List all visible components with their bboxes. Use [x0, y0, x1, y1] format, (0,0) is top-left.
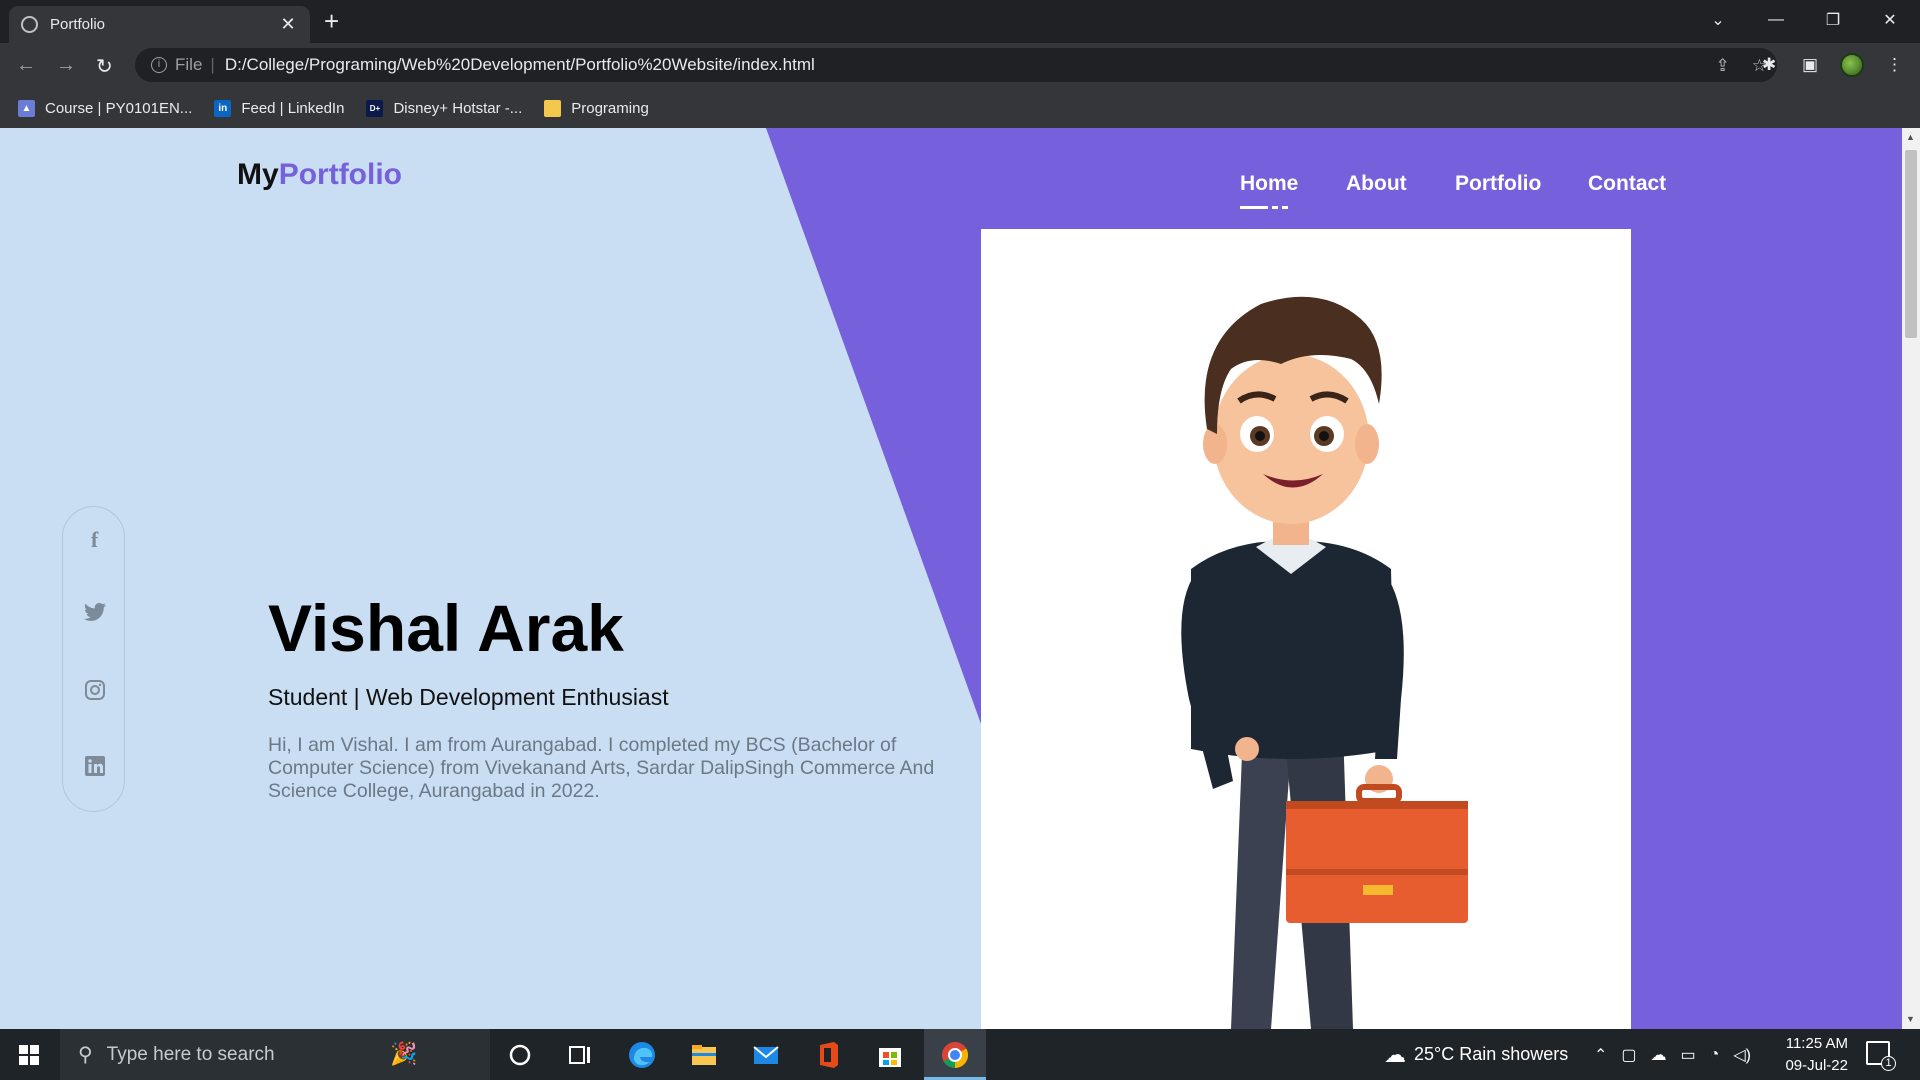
nav-portfolio[interactable]: Portfolio: [1455, 172, 1541, 196]
clock-time: 11:25 AM: [1785, 1035, 1848, 1052]
chevron-up-icon[interactable]: ⌃: [1594, 1045, 1607, 1065]
restore-icon[interactable]: ❐: [1805, 0, 1861, 40]
folder-icon: [544, 99, 562, 117]
edge-icon[interactable]: [626, 1039, 658, 1071]
volume-icon[interactable]: ◁): [1733, 1045, 1751, 1065]
scroll-down-icon[interactable]: ▼: [1906, 1014, 1915, 1024]
hero-subtitle: Student | Web Development Enthusiast: [268, 684, 669, 710]
browser-toolbar: ← → ↻ i File | D:/College/Programing/Web…: [0, 43, 1920, 88]
logo-accent: Portfolio: [278, 158, 402, 191]
url-scheme-label: File: [175, 55, 203, 74]
share-icon[interactable]: ⇪: [1716, 56, 1730, 76]
store-icon[interactable]: [874, 1039, 906, 1071]
notification-center-icon[interactable]: 1: [1866, 1041, 1896, 1071]
side-panel-icon[interactable]: ▣: [1802, 55, 1818, 75]
scrollbar-thumb[interactable]: [1905, 150, 1917, 338]
search-highlight-icon: 🎉: [390, 1041, 418, 1066]
facebook-icon[interactable]: f: [63, 527, 126, 553]
url-text[interactable]: D:/College/Programing/Web%20Development/…: [225, 55, 815, 75]
office-icon[interactable]: [812, 1039, 844, 1071]
menu-kebab-icon[interactable]: ⋮: [1886, 55, 1903, 75]
cortana-icon[interactable]: [504, 1039, 536, 1071]
profile-illustration: [981, 229, 1631, 1029]
linkedin-icon: in: [214, 99, 232, 117]
bookmark-label: Programing: [571, 99, 649, 117]
url-separator: |: [210, 55, 215, 74]
course-icon: ▲: [18, 99, 35, 117]
windows-logo-icon: [19, 1044, 39, 1065]
chrome-icon: [942, 1042, 969, 1069]
weather-text: 25°C Rain showers: [1414, 1044, 1569, 1064]
taskbar-search-box[interactable]: ⚲ Type here to search 🎉: [60, 1029, 490, 1080]
social-links: f: [62, 506, 125, 812]
minimize-icon[interactable]: —: [1748, 0, 1804, 40]
forward-icon[interactable]: →: [56, 54, 76, 77]
rain-cloud-icon: ☁: [1384, 1041, 1406, 1067]
notification-count-badge: 1: [1881, 1056, 1896, 1071]
bookmark-label: Course | PY0101EN...: [45, 99, 193, 117]
scroll-up-icon[interactable]: ▲: [1906, 132, 1915, 142]
linkedin-icon[interactable]: [63, 755, 126, 783]
search-icon: ⚲: [78, 1044, 93, 1066]
instagram-icon[interactable]: [63, 679, 126, 707]
onedrive-icon[interactable]: ☁: [1651, 1045, 1667, 1065]
wifi-icon[interactable]: ◔: [1710, 1046, 1720, 1064]
browser-tab-strip: Portfolio ✕ + ⌄ — ❐ ✕: [0, 0, 1920, 43]
site-logo[interactable]: MyPortfolio: [237, 158, 402, 192]
hero-description: Hi, I am Vishal. I am from Aurangabad. I…: [268, 734, 935, 802]
taskbar-clock[interactable]: 11:25 AM 09-Jul-22: [1772, 1033, 1848, 1077]
windows-start-button[interactable]: [0, 1029, 58, 1080]
mail-icon[interactable]: [750, 1039, 782, 1071]
battery-icon[interactable]: ▭: [1681, 1045, 1696, 1065]
bookmark-label: Feed | LinkedIn: [241, 99, 345, 117]
hero-name: Vishal Arak: [268, 591, 624, 665]
nav-home[interactable]: Home: [1240, 172, 1298, 196]
cartoon-character-image: [1181, 296, 1468, 1029]
logo-prefix: My: [237, 158, 279, 191]
nav-active-indicator: [1240, 206, 1288, 209]
bookmarks-bar: ▲ Course | PY0101EN... in Feed | LinkedI…: [0, 88, 1920, 128]
reload-icon[interactable]: ↻: [96, 54, 113, 79]
search-placeholder: Type here to search: [106, 1043, 275, 1065]
site-info-icon[interactable]: i: [151, 57, 167, 73]
page-scrollbar[interactable]: ▲ ▼: [1902, 128, 1920, 1029]
address-bar[interactable]: i File | D:/College/Programing/Web%20Dev…: [135, 48, 1777, 82]
back-icon[interactable]: ←: [16, 54, 36, 77]
hotstar-icon: D+: [366, 99, 384, 117]
close-tab-icon[interactable]: ✕: [278, 14, 298, 35]
extensions-icon[interactable]: ✱: [1762, 55, 1776, 75]
portfolio-page: MyPortfolio Home About Portfolio Contact…: [0, 128, 1902, 1029]
bookmark-label: Disney+ Hotstar -...: [393, 99, 523, 117]
bookmark-item[interactable]: D+ Disney+ Hotstar -...: [366, 99, 523, 117]
nav-contact[interactable]: Contact: [1588, 172, 1666, 196]
bookmark-item[interactable]: ▲ Course | PY0101EN...: [18, 99, 193, 117]
meet-now-icon[interactable]: ▢: [1621, 1045, 1636, 1065]
clock-date: 09-Jul-22: [1785, 1057, 1848, 1074]
weather-widget[interactable]: ☁ 25°C Rain showers: [1384, 1029, 1568, 1080]
window-close-icon[interactable]: ✕: [1862, 0, 1918, 40]
file-explorer-icon[interactable]: [688, 1039, 720, 1071]
profile-avatar[interactable]: [1840, 53, 1864, 77]
tab-title: Portfolio: [50, 16, 106, 33]
new-tab-button[interactable]: +: [324, 6, 339, 37]
twitter-icon[interactable]: [63, 603, 126, 629]
browser-tab[interactable]: Portfolio ✕: [9, 6, 310, 43]
tab-search-icon[interactable]: ⌄: [1690, 0, 1746, 40]
chrome-taskbar-active[interactable]: [924, 1029, 986, 1080]
globe-icon: [21, 16, 38, 33]
task-view-icon[interactable]: [564, 1039, 596, 1071]
nav-about[interactable]: About: [1346, 172, 1407, 196]
bookmark-folder[interactable]: Programing: [544, 99, 649, 117]
windows-taskbar: ⚲ Type here to search 🎉 ☁ 25°C Rain show…: [0, 1029, 1920, 1080]
bookmark-item[interactable]: in Feed | LinkedIn: [214, 99, 345, 117]
system-tray: ⌃ ▢ ☁ ▭ ◔ ◁): [1594, 1029, 1751, 1080]
